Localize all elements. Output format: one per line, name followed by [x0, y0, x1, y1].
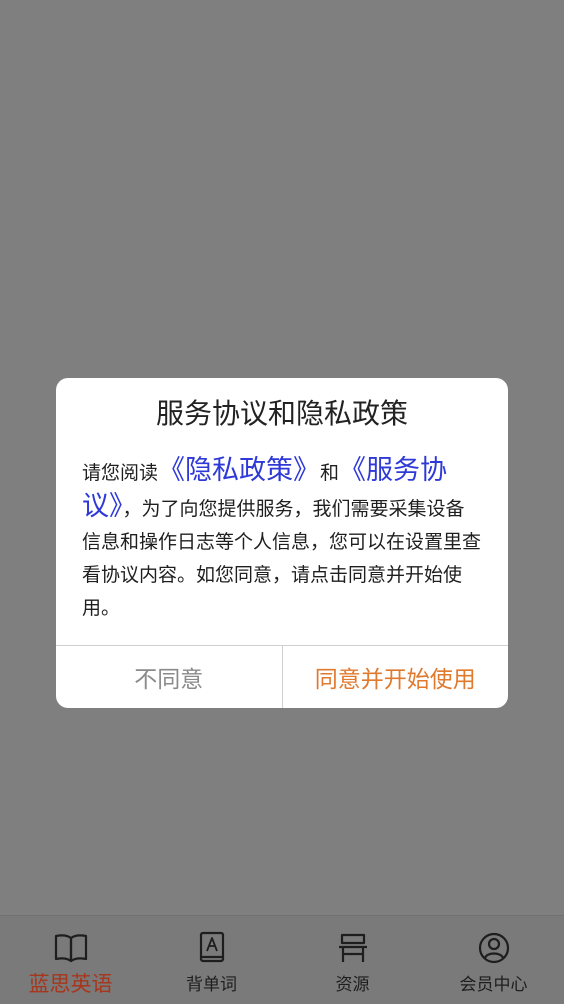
body-text-part3: ，为了向您提供服务，我们需要采集设备信息和操作日志等个人信息，您可以在设置里查看… — [82, 498, 482, 619]
tab-label: 蓝思英语 — [28, 972, 113, 996]
privacy-policy-link[interactable]: 《隐私政策》 — [158, 455, 320, 486]
agree-and-start-button[interactable]: 同意并开始使用 — [283, 646, 509, 708]
tab-label: 资源 — [335, 975, 370, 995]
vocabulary-book-icon — [194, 930, 230, 966]
book-open-icon — [53, 930, 89, 966]
bottom-tab-bar: 蓝思英语 背单词 资源 会员中心 — [0, 915, 564, 1004]
dialog-body: 请您阅读《隐私政策》和《服务协议》，为了向您提供服务，我们需要采集设备信息和操作… — [82, 454, 482, 625]
tab-label: 背单词 — [186, 975, 237, 995]
desk-chair-icon — [335, 930, 371, 966]
body-text-part1: 请您阅读 — [82, 462, 159, 484]
dialog-actions: 不同意 同意并开始使用 — [56, 645, 508, 708]
user-circle-icon — [476, 930, 512, 966]
dialog-title: 服务协议和隐私政策 — [155, 397, 408, 430]
tab-member-center[interactable]: 会员中心 — [423, 916, 564, 1004]
tab-lansi-english[interactable]: 蓝思英语 — [0, 916, 141, 1004]
disagree-button[interactable]: 不同意 — [56, 646, 283, 708]
body-text-part2: 和 — [320, 462, 340, 484]
tab-resources[interactable]: 资源 — [282, 916, 423, 1004]
tab-vocabulary[interactable]: 背单词 — [141, 916, 282, 1004]
tab-label: 会员中心 — [459, 975, 528, 995]
privacy-dialog: 服务协议和隐私政策 请您阅读《隐私政策》和《服务协议》，为了向您提供服务，我们需… — [56, 378, 508, 708]
